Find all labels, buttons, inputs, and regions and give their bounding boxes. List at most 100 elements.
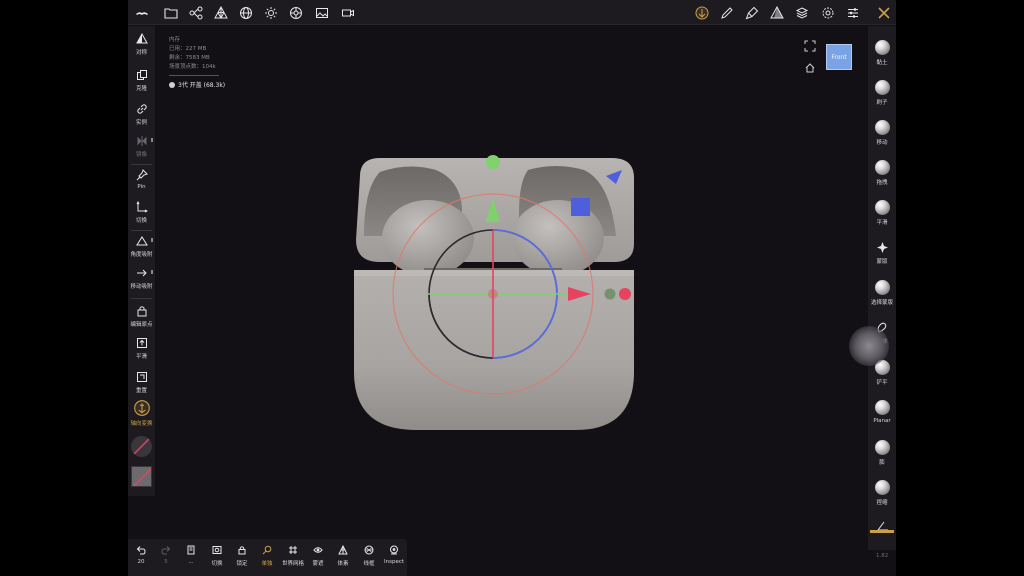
redo-button[interactable]: 5 [153,539,179,576]
globe-icon[interactable] [236,3,256,22]
angle-snap-tool[interactable]: 角度吸附 [128,230,155,266]
voxel-button[interactable]: 体素 [330,539,356,576]
gizmo-mode-icon[interactable] [692,3,712,22]
toggle-view-button[interactable]: 切换 [204,539,230,576]
pin-tool[interactable]: Pin [128,164,155,200]
version-label: 1.82 [876,553,889,559]
image-icon[interactable] [312,3,332,22]
inspect-icon [390,545,398,555]
inspect-button[interactable]: Inspect [381,539,407,576]
object-visibility-icon[interactable] [169,81,175,88]
tools-icon[interactable] [874,3,894,22]
left-tool-label: 角度吸附 [130,252,153,258]
sliders-icon[interactable] [843,3,863,22]
bottom-tool-label: 切换 [211,561,223,567]
right-tool-label: 膨 [879,460,885,466]
scene-object-row[interactable]: 3代 开盖 (68.3k) [169,80,225,89]
nomad-logo-icon[interactable] [132,3,152,22]
material-icon[interactable] [286,3,306,22]
toggle-tool[interactable]: 切换 [128,196,155,232]
voxel-icon [338,545,348,555]
book-icon [187,545,195,555]
smooth-tool[interactable]: 平滑 [128,332,155,368]
fog-button[interactable]: 雾遮 [305,539,331,576]
gizmo-anchor-icon [133,400,150,416]
isolate-button[interactable]: 单独 [254,539,280,576]
bottom-tool-label: 世界网格 [281,561,304,567]
bottom-toolbar: 20 5 ... 切换 锁定 单独 世界网格 雾遮 体素 线框 Inspect [128,539,407,576]
lock-icon [137,306,146,317]
material-swatch[interactable] [131,466,152,487]
left-tool-label: 轴向变换 [130,421,153,427]
pin-icon [136,169,148,181]
nomad-app: 内存 已用：227 MB 剩余：7583 MB 场景顶点数：104k 3代 开盖… [128,0,896,576]
tool-clay[interactable]: 黏土 [868,32,896,70]
color-swatch-none[interactable] [131,436,152,457]
tool-pinch[interactable]: 捏缩 [868,472,896,510]
tool-planar[interactable]: Planar [868,392,896,430]
right-tool-label: 拖拽 [876,180,888,186]
instance-tool[interactable]: 实例 [128,98,155,134]
settings-gear-icon[interactable] [818,3,838,22]
light-icon[interactable] [261,3,281,22]
scene-vertices: 场景顶点数：104k [169,64,216,70]
inflate-brush-icon [874,440,890,455]
camera-icon[interactable] [338,3,358,22]
memory-remaining: 剩余：7583 MB [169,55,210,61]
axis-transform-tool[interactable]: 轴向变换 [128,398,155,434]
lock-button[interactable]: 锁定 [229,539,255,576]
memory-used: 已用：227 MB [169,46,207,52]
mask-icon [876,242,888,253]
tool-inflate[interactable]: 膨 [868,432,896,470]
history-button[interactable]: ... [178,539,204,576]
left-tool-label: 切换 [135,218,147,224]
edit-origin-tool[interactable]: 编辑原点 [128,300,155,336]
world-grid-button[interactable]: 世界网格 [280,539,306,576]
home-icon[interactable] [804,62,816,74]
move-snap-tool[interactable]: 移动吸附 [128,262,155,298]
undo-button[interactable]: 20 [128,539,154,576]
right-tool-label: 捏缩 [876,500,888,506]
right-tool-label: 移动 [876,140,888,146]
tool-brush[interactable]: 刷子 [868,72,896,110]
clone-tool[interactable]: 克隆 [128,64,155,100]
left-tool-label: 重置 [135,388,147,394]
right-tool-label: Planar [873,418,891,424]
scene-graph-icon[interactable] [186,3,206,22]
tool-indicator [870,530,894,533]
lock-icon [238,546,246,555]
tool-drag[interactable]: 拖拽 [868,152,896,190]
left-tool-label: 移动吸附 [130,284,153,290]
tool-select-mask[interactable]: 选择蒙版 [868,272,896,310]
topology-icon[interactable] [767,3,787,22]
screen: 内存 已用：227 MB 剩余：7583 MB 场景顶点数：104k 3代 开盖… [0,0,1024,576]
paint-pen-icon[interactable] [717,3,737,22]
brush-icon[interactable] [742,3,762,22]
tool-move[interactable]: 移动 [868,112,896,150]
reset-tool[interactable]: 重置 [128,366,155,402]
axis-corner-icon [136,201,148,213]
tool-smooth[interactable]: 平滑 [868,192,896,230]
symmetry-tool[interactable]: 对称 [128,28,155,64]
left-tool-label: 平滑 [135,354,147,360]
undo-icon [136,546,146,555]
bottom-tool-label: 单独 [261,561,273,567]
wireframe-button[interactable]: 线框 [356,539,382,576]
right-tool-label: 铲平 [876,380,888,386]
view-cube[interactable]: Front [826,44,852,70]
mesh-icon[interactable] [211,3,231,22]
folder-icon[interactable] [161,3,181,22]
right-tool-label: 蒙版 [876,259,888,265]
layers-icon[interactable] [792,3,812,22]
mirror-tool[interactable]: 镜像 [128,130,155,166]
viewport[interactable] [128,0,896,576]
right-tool-label: 平滑 [876,220,888,226]
left-tool-label: 实例 [135,120,147,126]
fullscreen-icon[interactable] [804,40,816,52]
left-tool-label: 镜像 [135,152,147,158]
right-toolbar: 黏土 刷子 移动 拖拽 平滑 蒙版 选择蒙版 涂抹 铲平 Planar 膨 捏缩 [868,26,896,550]
symmetry-icon [135,33,148,44]
tool-mask[interactable]: 蒙版 [868,232,896,270]
tool-more[interactable] [868,510,896,538]
select-mask-icon [874,280,890,295]
